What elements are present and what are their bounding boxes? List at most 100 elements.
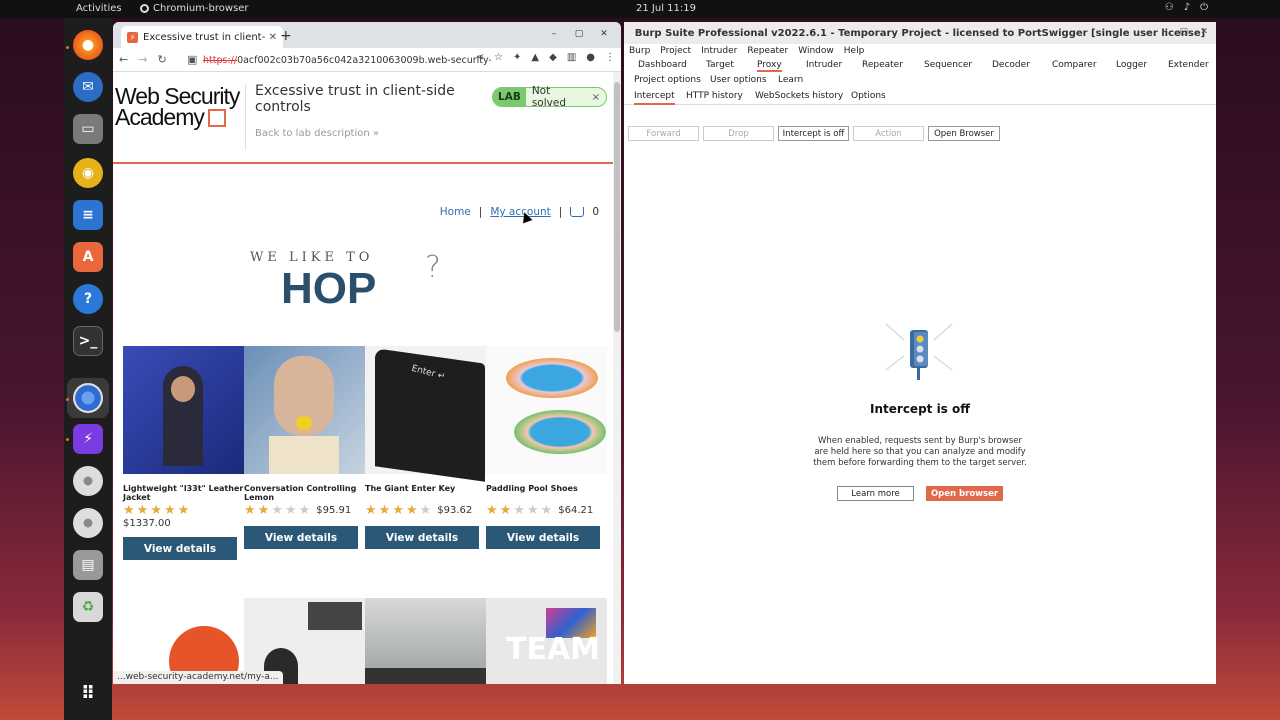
tab-logger[interactable]: Logger xyxy=(1116,60,1147,70)
forward-button[interactable]: Forward xyxy=(628,126,699,141)
open-browser-button[interactable]: Open Browser xyxy=(928,126,1000,141)
tab-user-options[interactable]: User options xyxy=(710,75,767,85)
menu-intruder[interactable]: Intruder xyxy=(701,46,737,56)
extension-icon[interactable]: ✦ xyxy=(513,52,521,63)
badge-close-icon[interactable]: × xyxy=(592,92,600,103)
header-divider xyxy=(245,84,246,150)
product-image[interactable] xyxy=(244,346,365,474)
page-scrollbar[interactable] xyxy=(613,72,621,684)
chromium-dock-icon[interactable] xyxy=(73,383,103,413)
subtab-intercept[interactable]: Intercept xyxy=(634,91,675,105)
burp-extension-icon[interactable]: ▲ xyxy=(531,52,539,63)
product-image[interactable]: Enter ↵ xyxy=(365,346,486,482)
close-tab-icon[interactable]: ✕ xyxy=(269,32,277,43)
minimize-button[interactable]: – xyxy=(547,27,561,41)
burp-icon[interactable]: ⚡ xyxy=(73,424,103,454)
product-image[interactable] xyxy=(486,346,607,474)
activities-button[interactable]: Activities xyxy=(76,3,122,14)
learn-more-button[interactable]: Learn more xyxy=(837,486,914,501)
product-price: $1337.00 xyxy=(123,518,171,529)
app-grid-icon[interactable]: ⠿ xyxy=(73,678,103,708)
tab-extender[interactable]: Extender xyxy=(1168,60,1209,70)
back-to-lab-link[interactable]: Back to lab description » xyxy=(255,128,379,139)
menu-project[interactable]: Project xyxy=(660,46,691,56)
site-settings-icon[interactable]: ▣ xyxy=(187,53,197,66)
bookmark-star-icon[interactable]: ☆ xyxy=(494,52,503,63)
system-tray[interactable]: ⚇ ♪ ⏻ xyxy=(1165,2,1208,13)
tab-decoder[interactable]: Decoder xyxy=(992,60,1030,70)
minimize-button[interactable]: – xyxy=(1162,27,1167,37)
software-icon[interactable]: A xyxy=(73,242,103,272)
browser-tab[interactable]: ⚡ Excessive trust in client-si ✕ xyxy=(121,26,283,48)
firefox-icon[interactable]: ● xyxy=(73,30,103,60)
menu-window[interactable]: Window xyxy=(798,46,834,56)
app-menu[interactable]: Chromium-browser xyxy=(140,3,249,14)
tab-comparer[interactable]: Comparer xyxy=(1052,60,1097,70)
help-icon[interactable]: ? xyxy=(73,284,103,314)
disc-icon[interactable] xyxy=(73,466,103,496)
maximize-button[interactable]: ▢ xyxy=(572,27,586,41)
back-icon[interactable]: ← xyxy=(119,53,128,66)
menu-repeater[interactable]: Repeater xyxy=(747,46,788,56)
profile-icon[interactable]: ● xyxy=(586,52,595,63)
view-details-button[interactable]: View details xyxy=(244,526,358,549)
product-name: Lightweight "l33t" Leather Jacket xyxy=(123,484,244,502)
subtab-http-history[interactable]: HTTP history xyxy=(686,91,743,101)
menu-help[interactable]: Help xyxy=(844,46,865,56)
clock[interactable]: 21 Jul 11:19 xyxy=(636,3,696,14)
tab-repeater[interactable]: Repeater xyxy=(862,60,903,70)
product-image[interactable] xyxy=(365,598,486,684)
thunderbird-icon[interactable]: ✉ xyxy=(73,72,103,102)
tab-proxy[interactable]: Proxy xyxy=(757,60,782,72)
scrollbar-thumb[interactable] xyxy=(614,82,620,332)
tab-dashboard[interactable]: Dashboard xyxy=(638,60,687,70)
terminal-icon[interactable]: >_ xyxy=(73,326,103,356)
maximize-button[interactable]: ▢ xyxy=(1179,27,1188,37)
menu-icon[interactable]: ⋮ xyxy=(605,52,615,63)
rhythmbox-icon[interactable]: ◉ xyxy=(73,158,103,188)
view-details-button[interactable]: View details xyxy=(486,526,600,549)
cart-icon[interactable] xyxy=(570,207,585,217)
traffic-light-icon xyxy=(885,323,953,380)
extensions-puzzle-icon[interactable]: ◆ xyxy=(549,52,557,63)
intercept-description: When enabled, requests sent by Burp's br… xyxy=(813,436,1027,468)
close-window-button[interactable]: ✕ xyxy=(1200,27,1208,37)
tab-intruder[interactable]: Intruder xyxy=(806,60,842,70)
nav-home-link[interactable]: Home xyxy=(440,206,471,218)
disc-icon[interactable] xyxy=(73,508,103,538)
reload-icon[interactable]: ↻ xyxy=(157,53,166,66)
drop-button[interactable]: Drop xyxy=(703,126,774,141)
lab-favicon-icon: ⚡ xyxy=(127,31,138,43)
view-details-button[interactable]: View details xyxy=(123,537,237,560)
writer-icon[interactable]: ≡ xyxy=(73,200,103,230)
subtab-websockets-history[interactable]: WebSockets history xyxy=(755,91,843,101)
menu-burp[interactable]: Burp xyxy=(629,46,650,56)
product-image[interactable] xyxy=(123,346,244,474)
open-browser-cta-button[interactable]: Open browser xyxy=(926,486,1003,501)
product-image[interactable]: TEAM xyxy=(486,598,607,684)
wsa-logo[interactable]: Web Security Academy xyxy=(115,85,240,129)
burp-title-bar: Burp Suite Professional v2022.6.1 - Temp… xyxy=(624,22,1216,44)
tab-sequencer[interactable]: Sequencer xyxy=(924,60,972,70)
product-card: Conversation Controlling Lemon ★ ★ ★ ★ ★ $95… xyxy=(244,346,365,549)
product-rating: ★ ★ ★ ★ ★ xyxy=(123,503,190,518)
side-panel-icon[interactable]: ▥ xyxy=(567,52,576,63)
action-button[interactable]: Action xyxy=(853,126,924,141)
subtab-options[interactable]: Options xyxy=(851,91,886,101)
burp-main-tabs: Dashboard Target Proxy Intruder Repeater… xyxy=(624,58,1216,88)
burp-window: Burp Suite Professional v2022.6.1 - Temp… xyxy=(624,22,1216,684)
intercept-toggle-button[interactable]: Intercept is off xyxy=(778,126,849,141)
trash-icon[interactable]: ♻ xyxy=(73,592,103,622)
new-tab-button[interactable]: + xyxy=(280,28,292,44)
close-window-button[interactable]: ✕ xyxy=(597,27,611,41)
share-icon[interactable]: ⋖ xyxy=(476,52,484,63)
view-details-button[interactable]: View details xyxy=(365,526,479,549)
files-icon[interactable]: ▭ xyxy=(73,114,103,144)
tab-target[interactable]: Target xyxy=(706,60,734,70)
drive-icon[interactable]: ▤ xyxy=(73,550,103,580)
hero-title: HOP xyxy=(281,264,377,313)
address-bar[interactable]: https:// 0acf002c03b70a56c042a3210063009… xyxy=(203,51,491,69)
tab-learn[interactable]: Learn xyxy=(778,75,803,85)
tab-project-options[interactable]: Project options xyxy=(634,75,701,85)
forward-icon[interactable]: → xyxy=(138,53,147,66)
